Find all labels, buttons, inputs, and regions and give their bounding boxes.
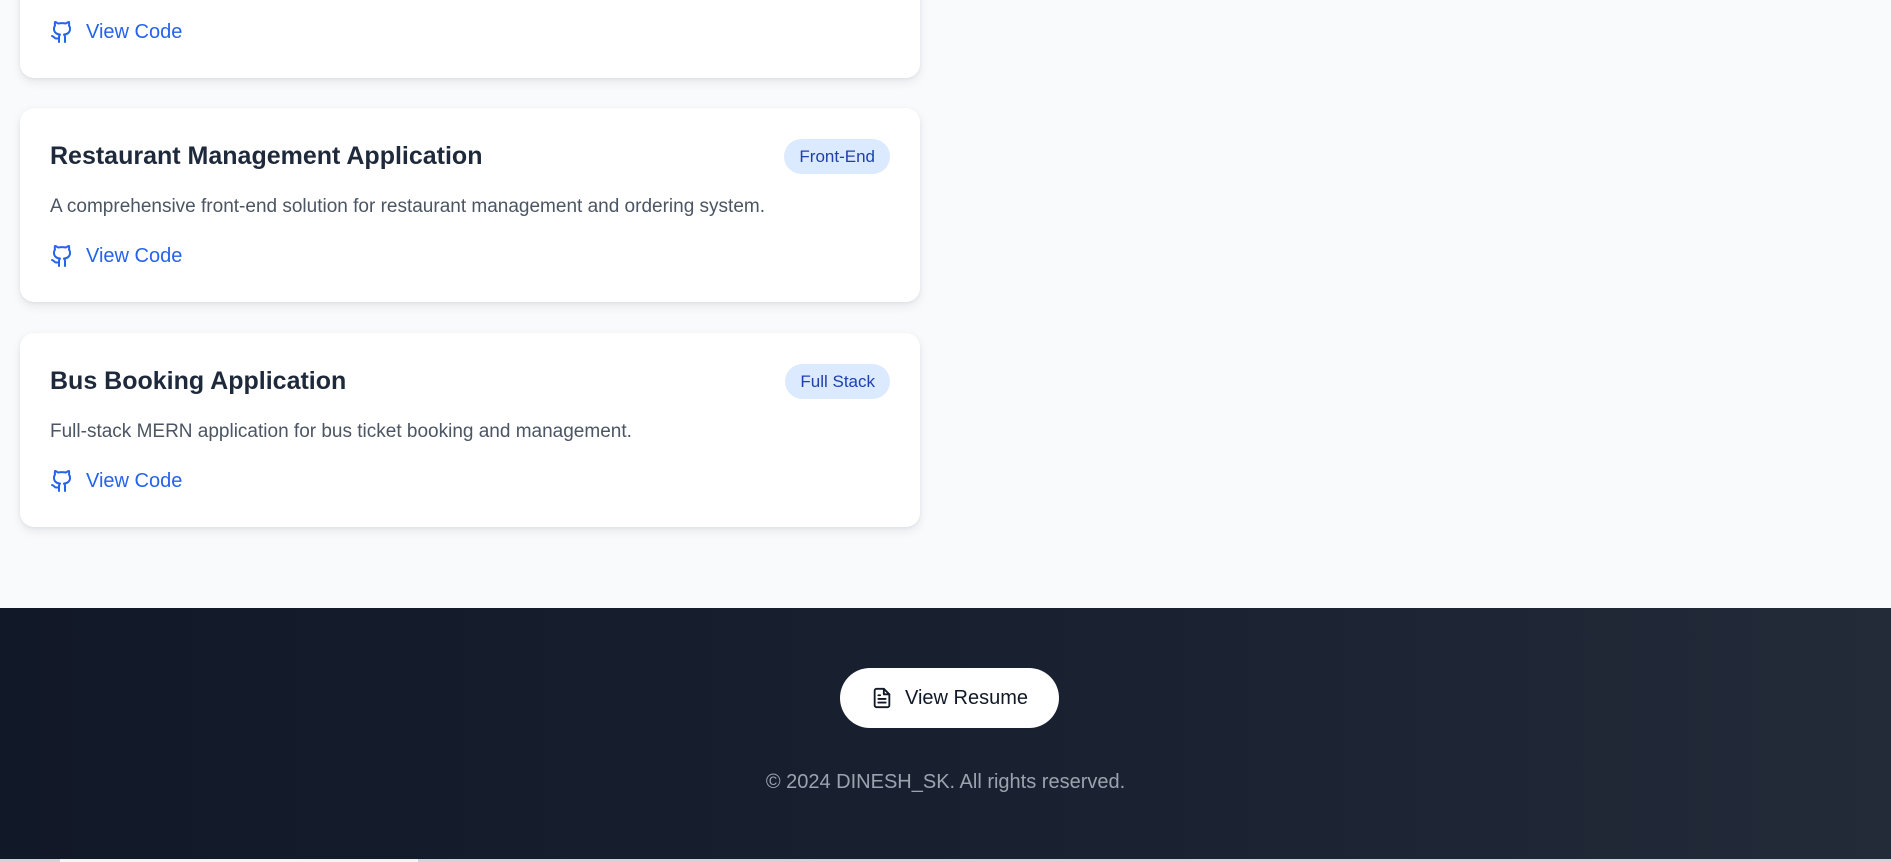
site-footer: View Resume © 2024 DINESH_SK. All rights…	[0, 608, 1891, 862]
project-title: Bus Booking Application	[50, 367, 347, 395]
view-code-link[interactable]: View Code	[50, 19, 182, 45]
project-title: Restaurant Management Application	[50, 142, 483, 170]
project-category-badge: Front-End	[784, 139, 890, 174]
file-text-icon	[871, 686, 893, 710]
github-icon	[50, 468, 74, 494]
view-resume-button[interactable]: View Resume	[840, 668, 1059, 728]
page: View Code Restaurant Management Applicat…	[0, 0, 1891, 862]
view-code-label: View Code	[86, 469, 183, 492]
view-code-link[interactable]: View Code	[50, 243, 182, 269]
github-icon	[50, 243, 74, 269]
copyright-text: © 2024 DINESH_SK. All rights reserved.	[765, 771, 1126, 793]
view-code-link[interactable]: View Code	[50, 468, 182, 494]
project-card: Bus Booking Application Full Stack Full-…	[20, 333, 920, 527]
project-description: A comprehensive front-end solution for r…	[50, 196, 765, 217]
view-resume-label: View Resume	[904, 686, 1029, 709]
github-icon	[50, 19, 74, 45]
view-code-label: View Code	[86, 20, 183, 43]
project-category-badge: Full Stack	[785, 364, 890, 399]
project-card: View Code	[20, 0, 920, 78]
project-description: Full-stack MERN application for bus tick…	[50, 421, 632, 442]
view-code-label: View Code	[86, 244, 183, 267]
project-card: Restaurant Management Application Front-…	[20, 108, 920, 302]
